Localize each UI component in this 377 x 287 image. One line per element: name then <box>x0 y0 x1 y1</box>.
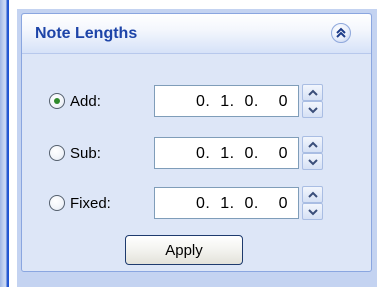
radio-label-add[interactable]: Add: <box>70 93 101 110</box>
arrow-down-icon <box>308 159 318 166</box>
radio-add[interactable] <box>49 93 65 109</box>
add-spin-up-button[interactable] <box>302 84 323 101</box>
add-spinner <box>302 84 323 118</box>
arrow-up-icon <box>308 191 318 198</box>
panel-header[interactable]: Note Lengths <box>22 14 371 54</box>
add-value-text: 0. 1. 0. 0 <box>196 93 288 110</box>
double-chevron-up-icon <box>336 27 346 38</box>
fixed-spin-down-button[interactable] <box>302 203 323 220</box>
sub-spin-up-button[interactable] <box>302 136 323 153</box>
sub-spin-down-button[interactable] <box>302 153 323 170</box>
sub-value-text: 0. 1. 0. 0 <box>196 145 288 162</box>
add-value-field[interactable]: 0. 1. 0. 0 <box>154 85 299 117</box>
apply-button[interactable]: Apply <box>125 235 243 265</box>
fixed-value-field[interactable]: 0. 1. 0. 0 <box>154 187 299 219</box>
row-add: Add: 0. 1. 0. 0 <box>22 84 371 118</box>
add-spin-down-button[interactable] <box>302 101 323 118</box>
radio-label-sub[interactable]: Sub: <box>70 145 101 162</box>
panel-title: Note Lengths <box>35 25 138 42</box>
sub-spinner <box>302 136 323 170</box>
arrow-down-icon <box>308 209 318 216</box>
arrow-up-icon <box>308 89 318 96</box>
sub-value-field[interactable]: 0. 1. 0. 0 <box>154 137 299 169</box>
radio-label-fixed[interactable]: Fixed: <box>70 195 111 212</box>
window-edge <box>0 0 9 287</box>
arrow-up-icon <box>308 141 318 148</box>
collapse-button[interactable] <box>331 23 351 43</box>
fixed-spinner <box>302 186 323 220</box>
radio-selected-dot <box>54 98 60 104</box>
row-sub: Sub: 0. 1. 0. 0 <box>22 136 371 170</box>
fixed-spin-up-button[interactable] <box>302 186 323 203</box>
row-fixed: Fixed: 0. 1. 0. 0 <box>22 186 371 220</box>
radio-fixed[interactable] <box>49 195 65 211</box>
arrow-down-icon <box>308 107 318 114</box>
radio-sub[interactable] <box>49 145 65 161</box>
note-lengths-panel: Note Lengths Add: 0. 1. 0. 0 Sub: 0. 1. … <box>21 13 372 272</box>
fixed-value-text: 0. 1. 0. 0 <box>196 195 288 212</box>
